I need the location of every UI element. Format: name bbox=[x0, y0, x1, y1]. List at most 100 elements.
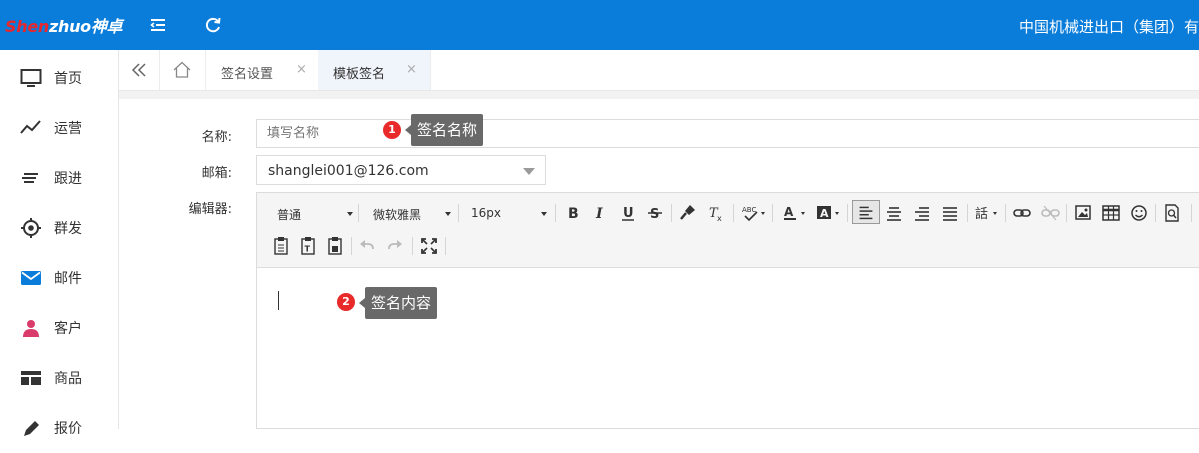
unlink-icon[interactable] bbox=[1040, 202, 1060, 224]
double-chevron-left-icon bbox=[131, 63, 146, 77]
tab-signature-settings[interactable]: 签名设置 × bbox=[206, 50, 319, 90]
align-left-icon[interactable] bbox=[852, 200, 880, 224]
bold-icon[interactable]: B bbox=[563, 202, 583, 224]
font-size-value: 16px bbox=[471, 206, 501, 220]
font-family-select[interactable]: 微软雅黑 bbox=[373, 202, 451, 224]
spellcheck-icon[interactable]: ABC bbox=[740, 202, 768, 224]
home-icon bbox=[173, 61, 191, 78]
font-size-select[interactable]: 16px bbox=[471, 202, 547, 224]
company-name[interactable]: 中国机械进出口（集团）有 bbox=[1019, 16, 1199, 37]
emoji-icon[interactable] bbox=[1129, 202, 1149, 224]
underline-icon[interactable]: U bbox=[618, 202, 638, 224]
sidebar-item-products[interactable]: 商品 bbox=[0, 353, 118, 403]
sidebar-item-customer[interactable]: 客户 bbox=[0, 303, 118, 353]
logo[interactable]: Shenzhuo神卓 bbox=[5, 13, 123, 37]
dropdown-arrow-icon bbox=[347, 212, 353, 216]
sidebar-item-label: 运营 bbox=[54, 121, 82, 137]
toolbar-separator bbox=[458, 204, 459, 222]
image-icon[interactable] bbox=[1073, 202, 1093, 224]
align-center-icon[interactable] bbox=[884, 202, 904, 224]
toolbar-separator bbox=[358, 204, 359, 222]
sidebar: 首页 运营 跟进 群发 邮件 客户 商品 报价 bbox=[0, 50, 119, 437]
redo-icon[interactable] bbox=[386, 235, 404, 257]
toolbar-separator bbox=[772, 204, 773, 222]
sidebar-item-quote[interactable]: 报价 bbox=[0, 403, 118, 453]
logo-text-rest: zhuo bbox=[48, 17, 91, 36]
paragraph-format-select[interactable]: 普通 bbox=[277, 202, 353, 224]
toolbar-separator bbox=[351, 237, 352, 255]
name-label: 名称: bbox=[201, 130, 232, 145]
menu-collapse-icon[interactable] bbox=[148, 15, 168, 35]
insert-table-icon[interactable] bbox=[1101, 202, 1121, 224]
svg-text:B: B bbox=[568, 206, 579, 222]
sidebar-item-home[interactable]: 首页 bbox=[0, 53, 118, 103]
strikethrough-icon[interactable]: S bbox=[645, 202, 665, 224]
svg-text:A: A bbox=[820, 207, 829, 220]
content-top-divider bbox=[119, 91, 1199, 99]
toolbar-separator bbox=[1191, 204, 1192, 222]
sidebar-item-label: 客户 bbox=[54, 321, 82, 337]
italic-icon[interactable]: I bbox=[591, 202, 611, 224]
svg-text:x: x bbox=[717, 214, 722, 223]
mail-icon bbox=[21, 271, 41, 285]
chevron-down-icon bbox=[523, 168, 535, 175]
trend-line-icon bbox=[20, 120, 41, 134]
sidebar-item-mass-send[interactable]: 群发 bbox=[0, 203, 118, 253]
tab-bar: 签名设置 × 模板签名 × bbox=[119, 50, 1199, 91]
logo-text-cn: 神卓 bbox=[90, 17, 123, 36]
link-icon[interactable] bbox=[1012, 202, 1032, 224]
email-select[interactable]: shanglei001@126.com bbox=[256, 155, 546, 185]
tab-close-icon[interactable]: × bbox=[406, 62, 417, 77]
line-height-icon[interactable]: 話 bbox=[973, 202, 1001, 224]
toolbar-separator bbox=[1005, 204, 1006, 222]
background-color-icon[interactable]: A bbox=[815, 202, 843, 224]
toolbar-separator bbox=[555, 204, 556, 222]
toolbar-separator bbox=[1066, 204, 1067, 222]
sidebar-item-mail[interactable]: 邮件 bbox=[0, 253, 118, 303]
paste-text-icon[interactable]: T bbox=[299, 235, 317, 257]
tab-scroll-left-button[interactable] bbox=[119, 50, 160, 90]
toolbar-separator bbox=[967, 204, 968, 222]
align-right-icon[interactable] bbox=[912, 202, 932, 224]
toolbar-separator bbox=[671, 204, 672, 222]
paste-icon[interactable] bbox=[272, 235, 290, 257]
svg-text:I: I bbox=[595, 206, 603, 222]
tab-home[interactable] bbox=[159, 50, 206, 90]
preview-icon[interactable] bbox=[1162, 202, 1182, 224]
email-select-value: shanglei001@126.com bbox=[268, 163, 429, 179]
svg-text:U: U bbox=[623, 206, 634, 221]
table-icon bbox=[21, 371, 41, 385]
sidebar-item-operations[interactable]: 运营 bbox=[0, 103, 118, 153]
clear-format-icon[interactable]: Tx bbox=[706, 202, 726, 224]
tab-label: 模板签名 bbox=[333, 67, 386, 82]
target-icon bbox=[21, 218, 41, 238]
undo-icon[interactable] bbox=[358, 235, 376, 257]
toolbar-separator bbox=[733, 204, 734, 222]
svg-text:T: T bbox=[305, 245, 311, 254]
paste-word-icon[interactable] bbox=[326, 235, 344, 257]
callout-number-badge: 1 bbox=[383, 121, 401, 139]
format-painter-icon[interactable] bbox=[678, 202, 698, 224]
sidebar-item-label: 跟进 bbox=[54, 171, 82, 187]
toolbar-separator bbox=[847, 204, 848, 222]
tab-template-signature[interactable]: 模板签名 × bbox=[318, 50, 431, 90]
sidebar-item-label: 群发 bbox=[54, 221, 82, 237]
editor-toolbar: 普通 微软雅黑 16px B I U S Tx ABC A A 話 T bbox=[257, 193, 1199, 268]
justify-icon[interactable] bbox=[940, 202, 960, 224]
font-color-icon[interactable]: A bbox=[781, 202, 809, 224]
svg-text:A: A bbox=[784, 205, 794, 219]
font-family-value: 微软雅黑 bbox=[373, 208, 422, 222]
svg-text:ABC: ABC bbox=[742, 206, 756, 214]
tab-close-icon[interactable]: × bbox=[296, 62, 307, 77]
refresh-icon[interactable] bbox=[203, 15, 223, 35]
editor-label: 编辑器: bbox=[188, 202, 232, 217]
tab-label: 签名设置 bbox=[221, 67, 274, 82]
fullscreen-icon[interactable] bbox=[420, 235, 438, 257]
top-bar: Shenzhuo神卓 中国机械进出口（集团）有 bbox=[0, 0, 1199, 50]
sidebar-item-followup[interactable]: 跟进 bbox=[0, 153, 118, 203]
monitor-icon bbox=[20, 69, 42, 87]
toolbar-separator bbox=[445, 237, 446, 255]
text-cursor bbox=[278, 291, 279, 310]
callout-number-badge: 2 bbox=[337, 293, 355, 311]
sidebar-item-label: 报价 bbox=[54, 421, 82, 437]
